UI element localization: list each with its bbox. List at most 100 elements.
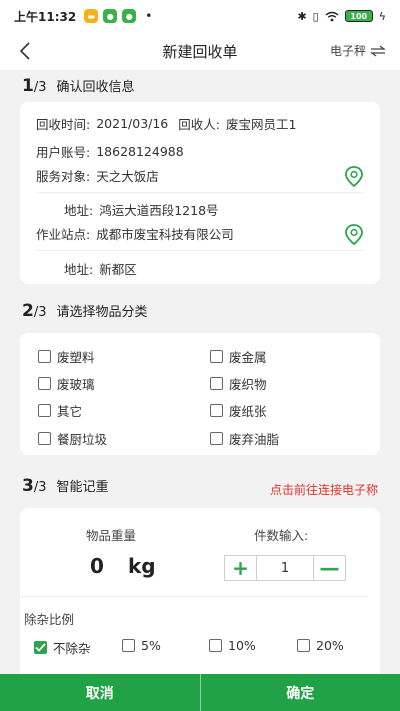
service-value: 天之大饭店 xyxy=(96,169,159,184)
step3-num: 3 xyxy=(22,476,34,496)
divider-3 xyxy=(20,596,368,597)
check-icon xyxy=(35,643,46,652)
category-option[interactable]: 废玻璃 xyxy=(38,374,95,393)
weight-label: 物品重量 xyxy=(86,528,137,543)
cancel-button[interactable]: 取消 xyxy=(0,674,200,711)
impurity-option-10[interactable]: 10% xyxy=(209,638,256,653)
category-label: 餐厨垃圾 xyxy=(57,432,108,447)
account-label: 用户账号: xyxy=(36,145,91,160)
category-label: 其它 xyxy=(57,404,83,419)
vibrate-icon: ▯ xyxy=(312,9,319,23)
charging-icon: ϟ xyxy=(378,9,386,23)
address1-value: 鸿运大道西段1218号 xyxy=(99,203,219,218)
address2-label: 地址: xyxy=(64,262,94,277)
address1-label: 地址: xyxy=(64,203,94,218)
status-bar: 上午11:32 ▬ ● ● • ✱ ▯ 100 ϟ xyxy=(0,0,400,32)
recycler-label: 回收人: xyxy=(178,117,220,132)
step3-title: 智能记重 xyxy=(56,480,109,495)
recycler-value: 废宝网员工1 xyxy=(225,117,297,132)
account-value: 18628124988 xyxy=(96,144,184,159)
step1-total: /3 xyxy=(33,80,47,95)
step2-header: 2 /3 请选择物品分类 xyxy=(22,301,148,321)
checkbox[interactable] xyxy=(210,350,223,363)
impurity-option-20[interactable]: 20% xyxy=(297,638,344,653)
category-option[interactable]: 废弃油脂 xyxy=(210,429,279,448)
step2-title: 请选择物品分类 xyxy=(56,305,148,320)
checkbox[interactable] xyxy=(209,639,222,652)
bluetooth-icon: ✱ xyxy=(297,9,307,23)
count-input[interactable]: 1 xyxy=(256,556,314,580)
category-option[interactable]: 废织物 xyxy=(210,374,267,393)
nav-bar: 新建回收单 电子秤 xyxy=(0,32,400,70)
impurity-option-none[interactable]: 不除杂 xyxy=(34,638,91,657)
switch-arrows-icon xyxy=(370,44,386,57)
status-dot: • xyxy=(145,9,153,23)
location-pin-icon[interactable] xyxy=(344,166,364,188)
wechat-notification-icon-2: ● xyxy=(122,9,137,23)
checkbox-checked[interactable] xyxy=(34,641,47,654)
category-option[interactable]: 废金属 xyxy=(210,347,267,366)
location-pin-icon-2[interactable] xyxy=(344,224,364,246)
step3-total: /3 xyxy=(33,480,47,495)
wechat-notification-icon: ● xyxy=(103,9,118,23)
confirm-button[interactable]: 确定 xyxy=(200,674,400,711)
service-label: 服务对象: xyxy=(36,169,91,184)
impurity-option-label: 5% xyxy=(141,638,161,653)
impurity-option-label: 不除杂 xyxy=(53,641,91,656)
connect-scale-link[interactable]: 点击前往连接电子称 xyxy=(270,481,378,498)
back-arrow-icon[interactable] xyxy=(16,40,36,62)
count-stepper: + 1 — xyxy=(224,555,346,581)
account-row: 用户账号: 18628124988 xyxy=(36,142,184,161)
checkbox[interactable] xyxy=(38,432,51,445)
category-option[interactable]: 废塑料 xyxy=(38,347,95,366)
step1-header: 1 /3 确认回收信息 xyxy=(22,76,135,96)
step3-header: 3 /3 智能记重 xyxy=(22,476,109,496)
step2-num: 2 xyxy=(22,301,34,321)
checkbox[interactable] xyxy=(122,639,135,652)
checkbox[interactable] xyxy=(297,639,310,652)
category-option[interactable]: 其它 xyxy=(38,401,82,420)
count-label: 件数输入: xyxy=(254,528,309,543)
scale-switch-button[interactable]: 电子秤 xyxy=(330,42,386,59)
category-option[interactable]: 餐厨垃圾 xyxy=(38,429,107,448)
weight-unit: kg xyxy=(128,554,156,578)
address2-row: 地址: 新都区 xyxy=(64,259,137,278)
page-title: 新建回收单 xyxy=(162,42,238,61)
checkbox[interactable] xyxy=(38,350,51,363)
step1-num: 1 xyxy=(22,76,34,96)
decrement-button[interactable]: — xyxy=(314,556,345,580)
service-row: 服务对象: 天之大饭店 xyxy=(36,166,159,185)
divider xyxy=(36,192,364,193)
impurity-option-label: 20% xyxy=(316,638,344,653)
wifi-icon xyxy=(325,11,339,21)
increment-button[interactable]: + xyxy=(225,556,256,580)
impurity-option-5[interactable]: 5% xyxy=(122,638,161,653)
category-label: 废金属 xyxy=(229,350,267,365)
recycle-time-row: 回收时间: 2021/03/16 回收人: 废宝网员工1 xyxy=(36,114,296,133)
checkbox[interactable] xyxy=(210,377,223,390)
step1-title: 确认回收信息 xyxy=(56,80,135,95)
message-notification-icon: ▬ xyxy=(84,9,99,23)
category-label: 废弃油脂 xyxy=(229,432,280,447)
scale-label: 电子秤 xyxy=(329,44,366,58)
status-right: ✱ ▯ 100 ϟ xyxy=(297,10,386,23)
checkbox[interactable] xyxy=(38,377,51,390)
checkbox[interactable] xyxy=(38,404,51,417)
checkbox[interactable] xyxy=(210,404,223,417)
address2-value: 新都区 xyxy=(99,262,137,277)
impurity-option-label: 10% xyxy=(228,638,256,653)
step2-total: /3 xyxy=(33,305,47,320)
category-label: 废纸张 xyxy=(229,404,267,419)
checkbox[interactable] xyxy=(210,432,223,445)
impurity-label: 除杂比例 xyxy=(24,612,75,627)
weighing-card: 物品重量 件数输入: 0 kg 除杂比例 不除杂 5% 10% 20% xyxy=(20,508,380,674)
station-row: 作业站点: 成都市废宝科技有限公司 xyxy=(36,224,234,243)
category-label: 废塑料 xyxy=(57,350,95,365)
category-option[interactable]: 废纸张 xyxy=(210,401,267,420)
address1-row: 地址: 鸿运大道西段1218号 xyxy=(64,200,219,219)
station-value: 成都市废宝科技有限公司 xyxy=(96,227,234,242)
category-card: 废塑料 废金属 废玻璃 废织物 其它 废纸张 餐厨垃圾 废弃油脂 xyxy=(20,333,380,455)
divider-2 xyxy=(36,250,364,251)
category-label: 废织物 xyxy=(229,377,267,392)
battery-icon: 100 xyxy=(344,10,373,22)
